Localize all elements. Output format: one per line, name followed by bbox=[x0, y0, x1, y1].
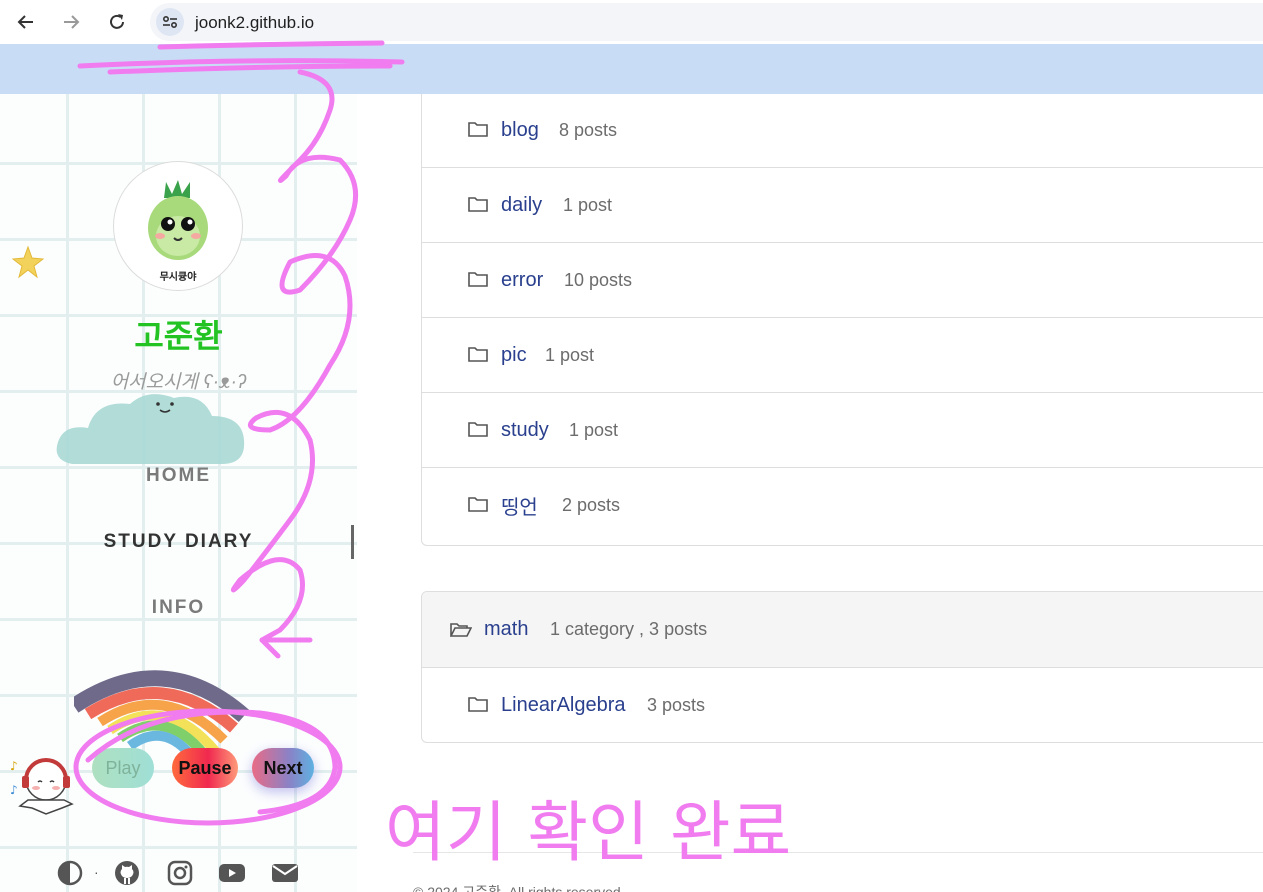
category-count: 1 post bbox=[545, 344, 595, 365]
category-name[interactable]: LinearAlgebra bbox=[501, 694, 626, 717]
category-row[interactable]: pic 1 post bbox=[422, 317, 1263, 392]
avatar[interactable]: 무시큥야 bbox=[113, 161, 243, 291]
category-row[interactable]: daily 1 post bbox=[422, 167, 1263, 242]
sidebar: 무시큥야 고준환 어서오시게 ʕ·ᴥ·ʔ HOME STUDY DIARY IN… bbox=[0, 94, 357, 892]
main-content: blog 8 posts daily 1 post error 10 posts… bbox=[357, 94, 1263, 892]
avatar-caption: 무시큥야 bbox=[159, 272, 197, 283]
category-group-card: blog 8 posts daily 1 post error 10 posts… bbox=[421, 94, 1263, 546]
pause-button[interactable]: Pause bbox=[172, 748, 238, 788]
folder-icon bbox=[468, 272, 488, 287]
nav-active-indicator bbox=[351, 525, 354, 559]
svg-text:♪: ♪ bbox=[10, 783, 18, 797]
site-info-icon[interactable] bbox=[156, 8, 184, 36]
category-row[interactable]: 띵언 2 posts bbox=[422, 467, 1263, 542]
reload-icon[interactable] bbox=[104, 9, 130, 35]
nav-study-diary[interactable]: STUDY DIARY bbox=[0, 531, 357, 553]
folder-icon bbox=[468, 197, 488, 212]
category-name[interactable]: study bbox=[501, 419, 549, 442]
next-button[interactable]: Next bbox=[252, 748, 314, 788]
category-row[interactable]: study 1 post bbox=[422, 392, 1263, 467]
category-count: 1 post bbox=[569, 419, 619, 440]
folder-icon bbox=[468, 497, 488, 512]
category-name[interactable]: daily bbox=[501, 194, 542, 217]
category-count: 1 post bbox=[563, 194, 613, 215]
instagram-icon[interactable] bbox=[166, 859, 194, 887]
folder-icon bbox=[468, 422, 488, 437]
category-count: 1 category , 3 posts bbox=[550, 619, 708, 639]
category-name[interactable]: math bbox=[484, 618, 528, 641]
category-name[interactable]: error bbox=[501, 269, 543, 292]
email-icon[interactable] bbox=[271, 859, 299, 887]
url-text: joonk2.github.io bbox=[195, 13, 315, 32]
category-header-row[interactable]: math 1 category , 3 posts bbox=[422, 592, 1263, 667]
cloud-decoration bbox=[56, 394, 245, 464]
category-count: 8 posts bbox=[559, 119, 618, 140]
category-row[interactable]: LinearAlgebra 3 posts bbox=[422, 667, 1263, 742]
radish-mascot-icon bbox=[148, 180, 208, 260]
separator-dot: · bbox=[94, 864, 99, 880]
address-bar[interactable]: joonk2.github.io bbox=[150, 3, 1263, 41]
category-count: 2 posts bbox=[562, 494, 621, 515]
category-name[interactable]: pic bbox=[501, 344, 527, 367]
github-icon[interactable] bbox=[113, 859, 141, 887]
category-name[interactable]: blog bbox=[501, 119, 539, 142]
back-icon[interactable] bbox=[13, 9, 39, 35]
headphone-mascot-icon: ♪ ♪ bbox=[10, 758, 74, 815]
star-icon bbox=[11, 245, 45, 279]
theme-toggle-icon[interactable] bbox=[56, 859, 84, 887]
bookmarks-bar bbox=[0, 44, 1263, 94]
category-count: 3 posts bbox=[647, 694, 706, 715]
folder-open-icon bbox=[450, 623, 472, 637]
category-count: 10 posts bbox=[564, 269, 633, 290]
footer-copyright: © 2024 고준환. All rights reserved. bbox=[413, 884, 625, 892]
category-row[interactable]: error 10 posts bbox=[422, 242, 1263, 317]
youtube-icon[interactable] bbox=[218, 859, 246, 887]
category-group-math: math 1 category , 3 posts LinearAlgebra … bbox=[421, 591, 1263, 743]
svg-text:♪: ♪ bbox=[10, 759, 18, 773]
nav-info[interactable]: INFO bbox=[0, 597, 357, 619]
play-button[interactable]: Play bbox=[92, 748, 154, 788]
forward-icon[interactable] bbox=[58, 9, 84, 35]
folder-icon bbox=[468, 347, 488, 362]
folder-icon bbox=[468, 122, 488, 137]
category-name[interactable]: 띵언 bbox=[501, 491, 538, 520]
browser-toolbar: joonk2.github.io bbox=[0, 0, 1263, 44]
author-name: 고준환 bbox=[134, 318, 223, 354]
nav-home[interactable]: HOME bbox=[0, 465, 357, 487]
category-row[interactable]: blog 8 posts bbox=[422, 94, 1263, 167]
footer-divider bbox=[413, 852, 1263, 853]
folder-icon bbox=[468, 697, 488, 712]
